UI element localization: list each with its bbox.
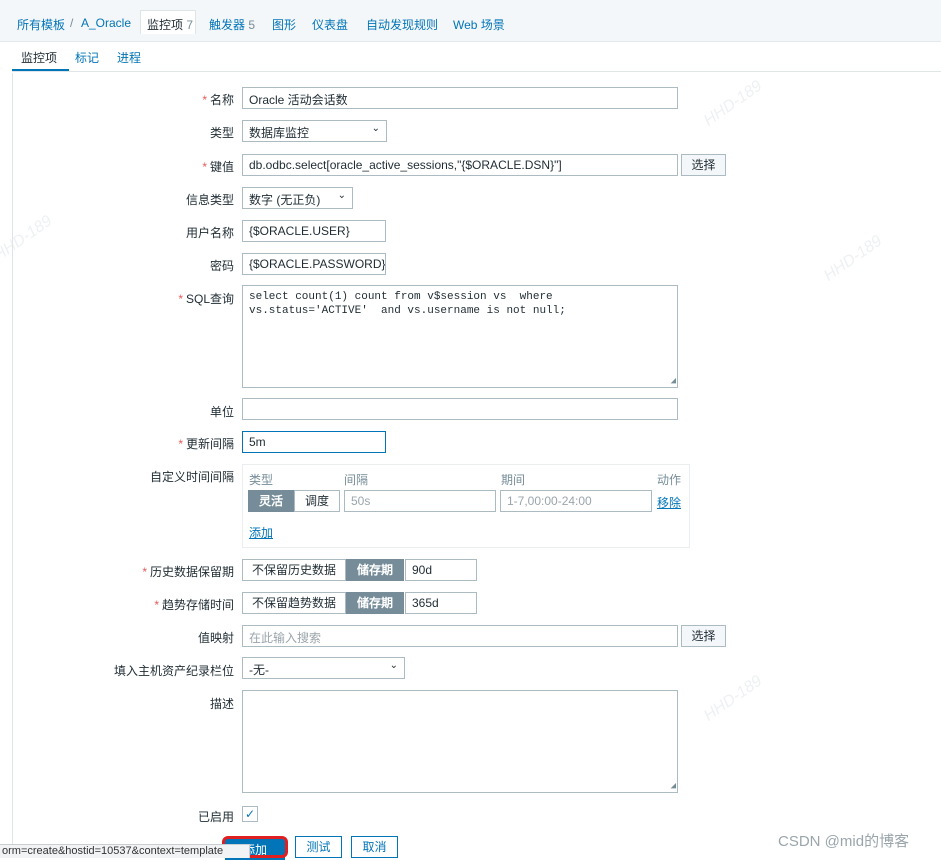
required-marker: * bbox=[202, 93, 207, 107]
breadcrumb-template[interactable]: A_Oracle bbox=[81, 16, 131, 30]
tab-graphs[interactable]: 图形 bbox=[272, 16, 296, 33]
trends-label: * 趋势存储时间 bbox=[154, 598, 234, 612]
required-marker: * bbox=[178, 292, 183, 306]
resize-handle-icon[interactable]: ◢ bbox=[671, 782, 676, 791]
username-label: 用户名称 bbox=[185, 226, 234, 240]
username-input[interactable]: {$ORACLE.USER} bbox=[242, 220, 386, 242]
required-marker: * bbox=[142, 565, 147, 579]
history-storage-period-option[interactable]: 储存期 bbox=[346, 559, 404, 581]
info-type-select[interactable]: 数字 (无正负) ⌄ bbox=[242, 187, 353, 209]
password-label: 密码 bbox=[209, 259, 234, 273]
tab-discovery-rules[interactable]: 自动发现规则 bbox=[366, 16, 438, 33]
inventory-label: 填入主机资产纪录栏位 bbox=[113, 664, 234, 678]
tab-items[interactable]: 监控项 7 bbox=[147, 16, 193, 33]
subtab-item[interactable]: 监控项 bbox=[21, 49, 57, 66]
interval-type-flexible[interactable]: 灵活 bbox=[248, 490, 294, 512]
valuemap-label: 值映射 bbox=[197, 631, 234, 645]
breadcrumb-all-templates[interactable]: 所有模板 bbox=[17, 16, 65, 33]
chevron-down-icon: ⌄ bbox=[337, 190, 346, 201]
chevron-down-icon: ⌄ bbox=[389, 660, 398, 671]
trends-do-not-keep-option[interactable]: 不保留趋势数据 bbox=[242, 592, 346, 614]
sql-textarea[interactable]: select count(1) count from v$session vs … bbox=[242, 285, 678, 388]
required-marker: * bbox=[178, 437, 183, 451]
type-label: 类型 bbox=[209, 126, 234, 140]
key-input[interactable]: db.odbc.select[oracle_active_sessions,"{… bbox=[242, 154, 678, 176]
subtab-preprocessing[interactable]: 进程 bbox=[117, 49, 141, 66]
add-interval-link[interactable]: 添加 bbox=[249, 524, 273, 541]
key-label: * 键值 bbox=[202, 160, 234, 174]
tab-web-scenarios[interactable]: Web 场景 bbox=[453, 16, 505, 33]
test-button[interactable]: 测试 bbox=[295, 836, 342, 858]
custom-intervals-label: 自定义时间间隔 bbox=[149, 470, 234, 484]
column-header-action: 动作 bbox=[657, 473, 682, 487]
history-period-input[interactable]: 90d bbox=[405, 559, 477, 581]
units-label: 单位 bbox=[209, 405, 234, 419]
browser-status-url: orm=create&hostid=10537&context=template bbox=[0, 844, 250, 858]
column-header-type: 类型 bbox=[249, 473, 274, 487]
key-select-button[interactable]: 选择 bbox=[681, 154, 726, 176]
units-input[interactable] bbox=[242, 398, 678, 420]
column-header-interval: 间隔 bbox=[344, 473, 369, 487]
update-interval-input[interactable]: 5m bbox=[242, 431, 386, 453]
history-label: * 历史数据保留期 bbox=[142, 565, 234, 579]
custom-interval-input[interactable]: 50s bbox=[344, 490, 496, 512]
custom-intervals-table: 类型 间隔 期间 动作 灵活 调度 50s 1-7,00:00-24:00 移除… bbox=[242, 464, 690, 548]
type-select[interactable]: 数据库监控 ⌄ bbox=[242, 120, 387, 142]
resize-handle-icon[interactable]: ◢ bbox=[671, 377, 676, 386]
trends-storage-period-option[interactable]: 储存期 bbox=[346, 592, 404, 614]
required-marker: * bbox=[202, 160, 207, 174]
interval-type-scheduling[interactable]: 调度 bbox=[294, 490, 340, 512]
subtab-active-indicator bbox=[12, 69, 69, 71]
inventory-select[interactable]: -无- ⌄ bbox=[242, 657, 405, 679]
description-textarea[interactable]: ◢ bbox=[242, 690, 678, 793]
form-subtabs: 监控项 标记 进程 bbox=[12, 42, 941, 72]
name-input[interactable]: Oracle 活动会话数 bbox=[242, 87, 678, 109]
sql-label: * SQL查询 bbox=[178, 292, 234, 306]
chevron-down-icon: ⌄ bbox=[371, 123, 380, 134]
csdn-watermark: CSDN @mid的博客 bbox=[778, 833, 910, 850]
tab-triggers[interactable]: 触发器 5 bbox=[209, 16, 255, 33]
breadcrumb-separator: / bbox=[70, 16, 74, 30]
subtab-tags[interactable]: 标记 bbox=[75, 49, 99, 66]
valuemap-input[interactable]: 在此输入搜索 bbox=[242, 625, 678, 647]
remove-interval-link[interactable]: 移除 bbox=[657, 494, 681, 511]
enabled-label: 已启用 bbox=[197, 810, 234, 824]
history-do-not-keep-option[interactable]: 不保留历史数据 bbox=[242, 559, 346, 581]
update-interval-label: * 更新间隔 bbox=[178, 437, 234, 451]
password-input[interactable]: {$ORACLE.PASSWORD} bbox=[242, 253, 386, 275]
description-label: 描述 bbox=[209, 697, 234, 711]
valuemap-select-button[interactable]: 选择 bbox=[681, 625, 726, 647]
name-label: * 名称 bbox=[202, 93, 234, 107]
tab-dashboards[interactable]: 仪表盘 bbox=[312, 16, 348, 33]
enabled-checkbox[interactable]: ✓ bbox=[242, 806, 258, 822]
column-header-period: 期间 bbox=[501, 473, 526, 487]
sql-text: select count(1) count from v$session vs … bbox=[249, 291, 566, 317]
info-type-label: 信息类型 bbox=[185, 193, 234, 207]
required-marker: * bbox=[154, 598, 159, 612]
cancel-button[interactable]: 取消 bbox=[351, 836, 398, 858]
custom-period-input[interactable]: 1-7,00:00-24:00 bbox=[500, 490, 652, 512]
trends-period-input[interactable]: 365d bbox=[405, 592, 477, 614]
top-navigation: 所有模板 / A_Oracle 监控项 7 触发器 5 图形 仪表盘 自动发现规… bbox=[0, 0, 941, 42]
